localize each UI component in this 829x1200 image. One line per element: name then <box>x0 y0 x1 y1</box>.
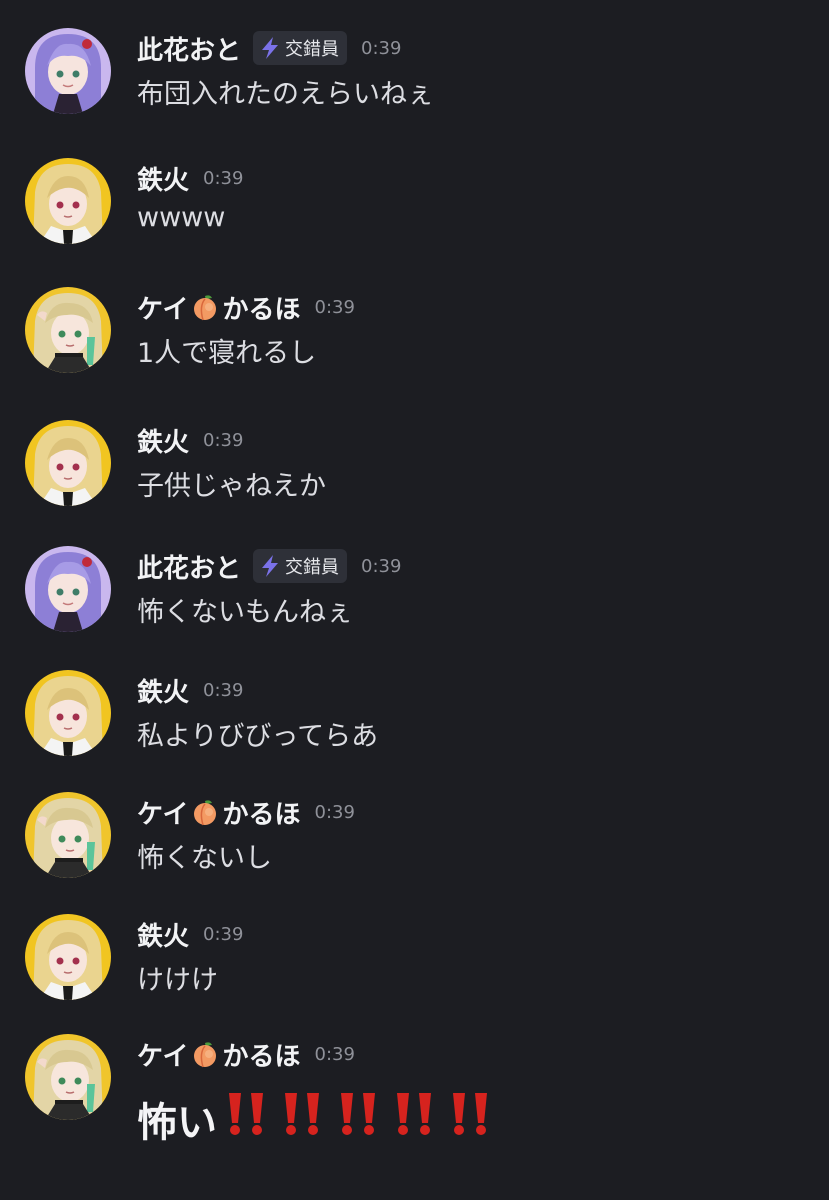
peach-icon <box>190 797 220 827</box>
message-header: 鉄火 0:39 <box>137 914 243 954</box>
username[interactable]: 此花おと <box>137 548 241 585</box>
username-part: かるほ <box>222 294 301 325</box>
peach-icon <box>190 292 220 322</box>
double-exclamation-icon <box>221 1091 273 1137</box>
message-item: 此花おと 交錯員 0:39 怖くないもんねぇ <box>0 546 829 646</box>
timestamp: 0:39 <box>314 801 355 823</box>
double-exclamation-icon <box>445 1091 497 1137</box>
username[interactable]: 鉄火 <box>137 916 189 953</box>
double-exclamation-icon <box>389 1091 441 1137</box>
username[interactable]: 鉄火 <box>137 422 189 459</box>
message-item: ケイ かるほ 0:39 怖い <box>0 1034 829 1174</box>
username[interactable]: ケイ かるほ <box>137 289 301 326</box>
double-exclamation-icon <box>277 1091 329 1137</box>
blonde-avatar[interactable] <box>25 914 111 1000</box>
timestamp: 0:39 <box>203 167 244 189</box>
blonde-green-avatar[interactable] <box>25 287 111 373</box>
message-item: 此花おと 交錯員 0:39 布団入れたのえらいねぇ <box>0 28 829 128</box>
emoji-row <box>217 1091 497 1147</box>
timestamp: 0:39 <box>314 296 355 318</box>
role-badge[interactable]: 交錯員 <box>253 549 348 583</box>
message-item: ケイ かるほ 0:39 1人で寝れるし <box>0 287 829 387</box>
timestamp: 0:39 <box>361 37 402 59</box>
timestamp: 0:39 <box>314 1043 355 1065</box>
message-item: 鉄火 0:39 子供じゃねえか <box>0 420 829 520</box>
message-text: 怖くないもんねぇ <box>137 597 353 628</box>
message-text: 子供じゃねえか <box>137 471 326 502</box>
username[interactable]: 鉄火 <box>137 160 189 197</box>
blonde-avatar[interactable] <box>25 420 111 506</box>
timestamp: 0:39 <box>203 429 244 451</box>
badge-label: 交錯員 <box>285 39 340 60</box>
message-text: 怖い <box>137 1090 497 1148</box>
lightning-bolt-icon <box>259 36 281 60</box>
timestamp: 0:39 <box>203 923 244 945</box>
peach-icon <box>190 1039 220 1069</box>
message-header: 此花おと 交錯員 0:39 <box>137 546 401 586</box>
username-part: ケイ <box>137 799 189 830</box>
blonde-avatar[interactable] <box>25 158 111 244</box>
username-part: かるほ <box>222 799 301 830</box>
message-text: 私よりびびってらあ <box>137 721 379 752</box>
username-part: ケイ <box>137 1041 189 1072</box>
message-header: 鉄火 0:39 <box>137 670 243 710</box>
purple-hair-avatar[interactable] <box>25 546 111 632</box>
message-item: 鉄火 0:39 私よりびびってらあ <box>0 670 829 770</box>
lightning-bolt-icon <box>259 554 281 578</box>
timestamp: 0:39 <box>361 555 402 577</box>
double-exclamation-icon <box>333 1091 385 1137</box>
role-badge[interactable]: 交錯員 <box>253 31 348 65</box>
message-text: wwww <box>137 202 226 233</box>
message-item: 鉄火 0:39 wwww <box>0 158 829 258</box>
message-header: 鉄火 0:39 <box>137 158 243 198</box>
username-part: かるほ <box>222 1041 301 1072</box>
message-text: 怖くないし <box>137 843 272 874</box>
username-part: ケイ <box>137 294 189 325</box>
timestamp: 0:39 <box>203 679 244 701</box>
message-header: 此花おと 交錯員 0:39 <box>137 28 401 68</box>
message-text: 1人で寝れるし <box>137 338 317 369</box>
blonde-green-avatar[interactable] <box>25 1034 111 1120</box>
message-text: 布団入れたのえらいねぇ <box>137 79 434 110</box>
message-header: 鉄火 0:39 <box>137 420 243 460</box>
message-text-content: 怖い <box>137 1100 217 1146</box>
message-item: ケイ かるほ 0:39 怖くないし <box>0 792 829 892</box>
badge-label: 交錯員 <box>285 557 340 578</box>
message-header: ケイ かるほ 0:39 <box>137 792 355 832</box>
username[interactable]: ケイ かるほ <box>137 794 301 831</box>
username[interactable]: 鉄火 <box>137 672 189 709</box>
purple-hair-avatar[interactable] <box>25 28 111 114</box>
blonde-avatar[interactable] <box>25 670 111 756</box>
message-header: ケイ かるほ 0:39 <box>137 1034 355 1074</box>
message-item: 鉄火 0:39 けけけ <box>0 914 829 1014</box>
username[interactable]: ケイ かるほ <box>137 1036 301 1073</box>
message-header: ケイ かるほ 0:39 <box>137 287 355 327</box>
message-text: けけけ <box>137 965 218 996</box>
username[interactable]: 此花おと <box>137 30 241 67</box>
blonde-green-avatar[interactable] <box>25 792 111 878</box>
chat-log: 此花おと 交錯員 0:39 布団入れたのえらいねぇ 鉄火 0:39 wwww ケ… <box>0 0 829 1200</box>
